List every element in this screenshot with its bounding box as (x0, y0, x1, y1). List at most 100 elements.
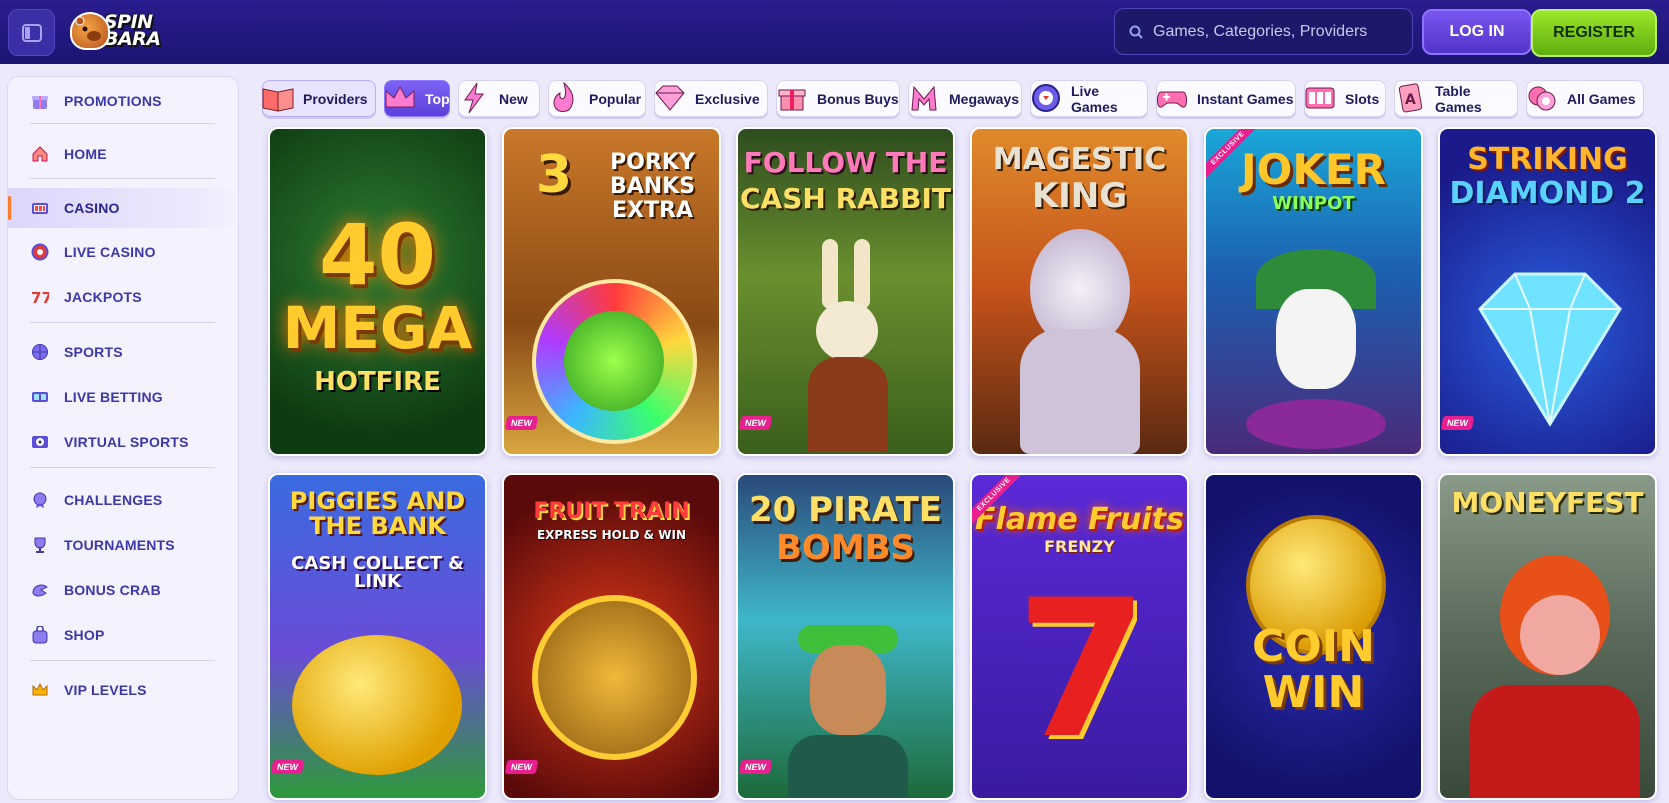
virtual-ball-icon (30, 432, 50, 452)
sidebar-toggle-icon (21, 23, 42, 42)
tab-instant-games[interactable]: Instant Games (1156, 80, 1296, 117)
game-tile[interactable]: FRUIT TRAIN EXPRESS HOLD & WIN NEW (502, 473, 721, 800)
game-subtitle: HOTFIRE (314, 367, 441, 397)
game-tile[interactable]: 40 MEGA HOTFIRE (268, 127, 487, 456)
tab-label: Bonus Buys (817, 90, 899, 107)
game-tile[interactable]: 20 PIRATE BOMBS NEW (736, 473, 955, 800)
tab-label: All Games (1567, 90, 1636, 107)
sidebar-item-label: HOME (64, 146, 107, 162)
shopping-bag-icon (30, 625, 50, 645)
tab-slots[interactable]: Slots (1304, 80, 1386, 117)
tab-bonus-buys[interactable]: Bonus Buys (776, 80, 900, 117)
sidebar-item-challenges[interactable]: CHALLENGES (8, 480, 240, 520)
sidebar-nav: PROMOTIONS HOME CASINO LIVE CASINO 77 JA… (7, 76, 240, 800)
crab-claw-icon (30, 580, 50, 600)
tab-megaways[interactable]: Megaways (908, 80, 1022, 117)
golden-pig-art (292, 635, 462, 775)
svg-text:A: A (1405, 92, 1416, 108)
game-title: WIN (1262, 667, 1365, 718)
game-tile[interactable]: MAGESTIC KING (970, 127, 1189, 456)
rabbit-art (808, 239, 888, 452)
book-icon (259, 79, 297, 117)
pig-lady-art (1470, 545, 1640, 798)
megaways-m-icon (905, 79, 943, 117)
divider (30, 178, 215, 179)
new-badge: NEW (738, 416, 773, 430)
poker-chip-icon (30, 242, 50, 262)
divider (30, 660, 215, 661)
trophy-icon (30, 535, 50, 555)
register-button[interactable]: REGISTER (1531, 9, 1657, 57)
game-tile[interactable]: STRIKING DIAMOND 2 NEW (1438, 127, 1657, 456)
sidebar-item-live-betting[interactable]: LIVE BETTING (8, 377, 240, 417)
tab-label: Megaways (949, 90, 1020, 107)
tab-table-games[interactable]: A Table Games (1394, 80, 1518, 117)
tab-popular[interactable]: Popular (548, 80, 646, 117)
tab-label: Slots (1345, 90, 1380, 107)
tab-providers[interactable]: Providers (262, 80, 376, 117)
sidebar-item-live-casino[interactable]: LIVE CASINO (8, 232, 240, 272)
divider (30, 322, 215, 323)
sidebar-item-shop[interactable]: SHOP (8, 615, 240, 655)
game-title: JOKER (1241, 145, 1386, 194)
tab-exclusive[interactable]: Exclusive (654, 80, 768, 117)
game-title: CASH RABBIT (740, 182, 951, 215)
game-tile[interactable]: JOKER WINPOT EXCLUSIVE (1204, 127, 1423, 456)
sidebar-item-label: TOURNAMENTS (64, 537, 175, 553)
game-title: BOMBS (775, 528, 916, 568)
lightning-icon (455, 79, 493, 117)
scoreboard-icon (30, 387, 50, 407)
piggy-coin-art (532, 279, 697, 444)
house-icon (30, 144, 50, 164)
brand-logo[interactable]: SPIN BARA (70, 10, 174, 52)
game-title: DIAMOND 2 (1449, 176, 1646, 211)
sidebar-item-casino[interactable]: CASINO (8, 188, 240, 228)
game-title: Flame Fruits (975, 502, 1184, 537)
game-title: COIN (1252, 621, 1375, 672)
search-input[interactable] (1153, 22, 1403, 41)
game-tile[interactable]: FOLLOW THE CASH RABBIT NEW (736, 127, 955, 456)
sidebar-item-home[interactable]: HOME (8, 134, 240, 174)
new-badge: NEW (504, 416, 539, 430)
top-header: SPINBARA LOG IN REGISTER (0, 0, 1669, 64)
sidebar-item-jackpots[interactable]: 77 JACKPOTS (8, 277, 240, 317)
chips-icon (1523, 79, 1561, 117)
sidebar-item-label: JACKPOTS (64, 289, 142, 305)
sidebar-item-vip-levels[interactable]: VIP LEVELS (8, 670, 240, 710)
tab-label: New (499, 90, 528, 107)
game-tile[interactable]: Flame Fruits FRENZY 7 EXCLUSIVE (970, 473, 1189, 800)
sidebar-item-sports[interactable]: SPORTS (8, 332, 240, 372)
sidebar-item-tournaments[interactable]: TOURNAMENTS (8, 525, 240, 565)
tab-label: Exclusive (695, 90, 760, 107)
tab-new[interactable]: New (458, 80, 540, 117)
tab-live-games[interactable]: Live Games (1030, 80, 1148, 117)
slot-machine-icon (30, 198, 50, 218)
sidebar-item-bonus-crab[interactable]: BONUS CRAB (8, 570, 240, 610)
login-button[interactable]: LOG IN (1422, 9, 1532, 55)
tab-label: Live Games (1071, 82, 1118, 115)
game-tile[interactable]: PIGGIES AND THE BANK CASH COLLECT & LINK… (268, 473, 487, 800)
search-box[interactable] (1114, 8, 1413, 55)
game-title: PIGGIES AND THE BANK (289, 487, 466, 541)
tab-all-games[interactable]: All Games (1526, 80, 1644, 117)
sidebar-item-label: VIP LEVELS (64, 682, 147, 698)
sidebar-item-label: SHOP (64, 627, 105, 643)
tab-label: Popular (589, 90, 642, 107)
game-title: PORKY BANKS EXTRA (609, 150, 696, 224)
sidebar-item-promotions[interactable]: PROMOTIONS (8, 81, 240, 121)
flame-icon (545, 79, 583, 117)
game-subtitle: WINPOT (1272, 193, 1355, 214)
sidebar-toggle-button[interactable] (8, 9, 55, 56)
diamond-icon (651, 79, 689, 117)
tab-top[interactable]: Top (384, 80, 450, 117)
game-title: 40 (319, 206, 436, 304)
game-title: FOLLOW THE (743, 146, 948, 179)
svg-text:77: 77 (31, 289, 49, 306)
game-tile[interactable]: MONEYFEST (1438, 473, 1657, 800)
slot-reels-icon (1301, 79, 1339, 117)
sidebar-item-label: VIRTUAL SPORTS (64, 434, 189, 450)
game-tile[interactable]: 3 PORKY BANKS EXTRA NEW (502, 127, 721, 456)
sidebar-item-virtual-sports[interactable]: VIRTUAL SPORTS (8, 422, 240, 462)
game-tile[interactable]: COIN WIN (1204, 473, 1423, 800)
tab-label: Top (425, 90, 450, 107)
